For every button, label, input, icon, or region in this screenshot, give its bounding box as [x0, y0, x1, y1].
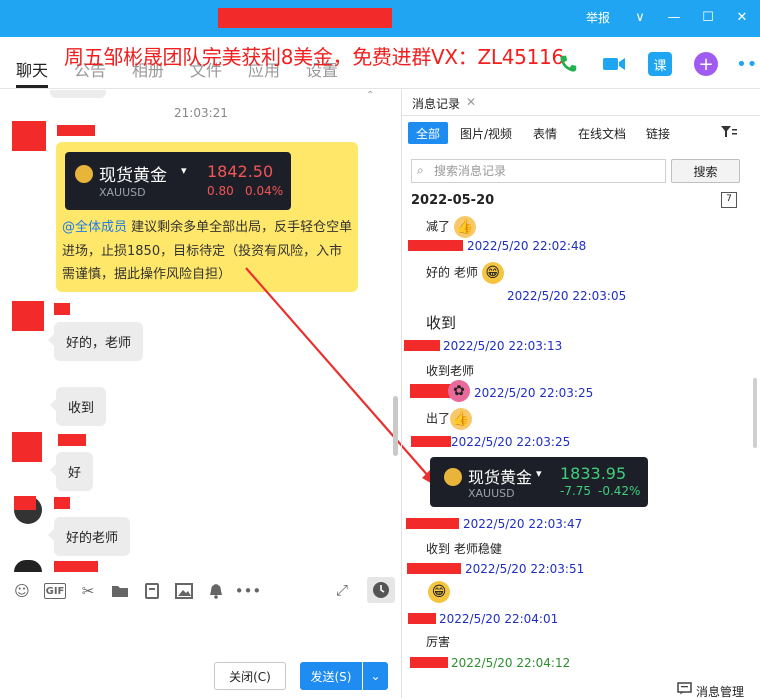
document-icon[interactable] [142, 581, 162, 601]
redacted-username [404, 340, 440, 351]
expand-icon[interactable]: ⤢ [332, 580, 352, 600]
avatar[interactable] [12, 301, 44, 331]
message-manage-icon[interactable] [677, 682, 692, 698]
gif-icon[interactable]: GIF [44, 583, 66, 599]
grin-emoji-icon: 😁 [428, 581, 450, 603]
filter-icon[interactable] [720, 125, 738, 143]
image-icon[interactable] [174, 581, 194, 601]
chat-message[interactable]: 好的老师 [47, 517, 131, 556]
history-message: 好的 老师 😁 [426, 262, 504, 284]
gold-change: -7.75 [560, 484, 592, 498]
filter-docs[interactable]: 在线文档 [570, 122, 634, 144]
send-button[interactable]: 发送(S) [300, 662, 362, 690]
history-message: 出了 👍 [426, 408, 473, 430]
redacted-username [54, 303, 70, 315]
close-history-icon[interactable]: ✕ [466, 95, 476, 109]
message-manage-label[interactable]: 消息管理 [696, 683, 744, 698]
thumbs-up-icon: 👍 [450, 408, 473, 430]
search-input[interactable]: 搜索消息记录 [411, 159, 666, 183]
redacted-username [408, 240, 463, 251]
gold-change-pct: -0.42% [598, 484, 641, 498]
history-timestamp: 2022/5/20 22:04:12 [451, 656, 571, 670]
gold-coin-icon [444, 468, 462, 486]
avatar[interactable] [12, 432, 42, 462]
chat-message[interactable]: 好的，老师 [47, 322, 144, 361]
smile-icon[interactable]: ☺ [12, 581, 32, 601]
history-date: 2022-05-20 [411, 193, 495, 208]
clock-icon[interactable] [367, 577, 395, 603]
scissors-icon[interactable]: ✂ [78, 581, 98, 601]
redacted-username [410, 657, 448, 668]
history-message: 收到 老师稳健 [426, 542, 502, 556]
history-timestamp: 2022/5/20 22:03:25 [474, 386, 594, 400]
redacted-username [411, 436, 451, 447]
history-message: 厉害 [426, 635, 451, 649]
filter-links[interactable]: 链接 [638, 122, 678, 144]
bell-icon[interactable] [206, 581, 226, 601]
history-message: 减了 👍 [426, 216, 476, 238]
search-button[interactable]: 搜索 [671, 159, 740, 183]
search-icon: ⌕ [417, 163, 424, 177]
redacted-username [406, 518, 459, 529]
gold-price: 1833.95 [560, 464, 627, 483]
redacted-username [58, 434, 86, 446]
panel-divider [401, 90, 402, 698]
history-gold-quote-card[interactable]: 现货黄金 ▾ XAUUSD 1833.95 -7.75 -0.42% [430, 457, 648, 507]
history-tab-header: 消息记录 ✕ [402, 90, 760, 116]
send-options-chevron-icon[interactable]: ⌄ [363, 662, 388, 690]
filter-emoji[interactable]: 表情 [525, 122, 565, 144]
history-timestamp: 2022/5/20 22:04:01 [439, 612, 559, 626]
filter-media[interactable]: 图片/视频 [452, 122, 520, 144]
caret-icon: ▾ [536, 467, 542, 480]
chat-message[interactable]: 收到 [49, 387, 107, 426]
history-message: 收到老师 [426, 364, 475, 378]
gold-name: 现货黄金 [468, 468, 533, 487]
gold-code: XAUUSD [468, 487, 515, 500]
history-timestamp: 2022/5/20 22:03:25 [451, 435, 571, 449]
history-timestamp: 2022/5/20 22:02:48 [467, 239, 587, 253]
history-timestamp: 2022/5/20 22:03:51 [465, 562, 585, 576]
redacted-username [408, 613, 436, 624]
grin-emoji-icon: 😁 [481, 262, 504, 284]
history-timestamp: 2022/5/20 22:03:05 [507, 289, 627, 303]
close-button[interactable]: 关闭(C) [214, 662, 286, 690]
redacted-username [54, 561, 98, 572]
filter-all[interactable]: 全部 [408, 122, 449, 144]
history-timestamp: 2022/5/20 22:03:13 [443, 339, 563, 353]
calendar-icon[interactable]: 7 [721, 192, 737, 208]
redacted-username [407, 563, 461, 574]
history-filters: 全部 图片/视频 表情 在线文档 链接 [402, 122, 760, 144]
history-scrollbar[interactable] [753, 378, 757, 448]
chat-scrollbar[interactable] [393, 396, 398, 456]
redacted-avatar [14, 496, 36, 510]
history-footer: 消息管理 [402, 680, 760, 698]
chat-message[interactable]: 好 [49, 452, 94, 491]
thumbs-up-icon: 👍 [453, 216, 476, 238]
flower-emoji-icon: ✿ [448, 380, 470, 402]
more-icon[interactable]: ••• [235, 581, 262, 601]
history-tab-title[interactable]: 消息记录 [412, 95, 460, 112]
redacted-username [54, 497, 70, 509]
history-message: 收到 [426, 314, 457, 332]
history-timestamp: 2022/5/20 22:03:47 [463, 517, 583, 531]
folder-icon[interactable] [110, 581, 130, 601]
